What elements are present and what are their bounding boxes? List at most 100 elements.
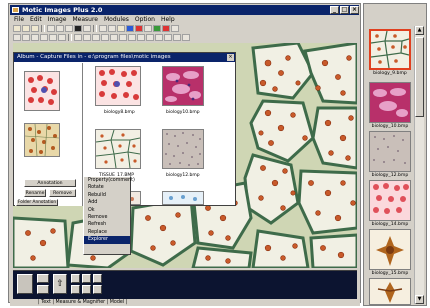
new-icon[interactable] [13, 25, 21, 32]
zoom-level-down[interactable] [37, 285, 49, 294]
up-arrow-icon[interactable]: ⇧ [53, 274, 67, 294]
tab-folder-annotation[interactable]: Folder Annotation [16, 199, 58, 206]
album-title: Album - Capture Files in - e:\program fi… [17, 54, 171, 60]
copy-icon[interactable] [56, 25, 64, 32]
menu-item-refresh[interactable]: Refresh [84, 221, 130, 228]
nav-icon[interactable] [71, 285, 80, 294]
record-icon[interactable] [135, 25, 143, 32]
text-icon[interactable] [58, 34, 66, 41]
settings-icon[interactable] [144, 25, 152, 32]
nav-icon[interactable] [82, 285, 91, 294]
paste-icon[interactable] [65, 25, 73, 32]
nav-icon[interactable] [93, 285, 102, 294]
thumbnail-caption: biology12.bmp [166, 173, 200, 178]
pointer-icon[interactable] [13, 34, 21, 41]
ellipse-icon[interactable] [40, 34, 48, 41]
sidebar-caption: biology_10.bmp [371, 124, 409, 129]
album-thumbnail[interactable] [162, 66, 204, 106]
zoom-out-icon[interactable] [108, 25, 116, 32]
menu-option[interactable]: Option [135, 16, 155, 23]
help-icon[interactable] [171, 25, 179, 32]
sidebar-thumbnail[interactable] [369, 131, 411, 172]
nav-icon[interactable] [93, 274, 102, 283]
stop-icon[interactable] [162, 25, 170, 32]
menu-item-property[interactable]: Property(comment) [84, 177, 135, 184]
menu-edit[interactable]: Edit [30, 16, 42, 23]
histogram-icon[interactable] [128, 34, 136, 41]
layers-icon[interactable] [155, 34, 163, 41]
album-thumbnail[interactable] [162, 191, 204, 205]
close-button[interactable]: × [350, 6, 359, 14]
measure-icon[interactable] [74, 34, 82, 41]
adjust-icon[interactable] [146, 34, 154, 41]
status-tabs[interactable]: | Text | Measure & Magnifier | Model | [38, 300, 127, 305]
sidebar-caption: biology_12.bmp [371, 173, 409, 178]
cut-icon[interactable] [47, 25, 55, 32]
annotation-button[interactable]: Annotation [24, 179, 76, 187]
minimize-button[interactable]: _ [330, 6, 339, 14]
status-bar: | Text | Measure & Magnifier | Model | [10, 299, 360, 306]
area-icon[interactable] [92, 34, 100, 41]
folder-thumbnail[interactable] [24, 123, 60, 157]
title-bar: Motic Images Plus 2.0 _ □ × [10, 5, 359, 15]
scroll-thumb[interactable] [415, 37, 424, 117]
scroll-down-icon[interactable]: ▼ [415, 295, 424, 304]
line-icon[interactable] [22, 34, 30, 41]
sidebar-thumbnail[interactable] [369, 82, 411, 123]
report-icon[interactable] [173, 34, 181, 41]
menu-item-explorer[interactable]: Explorer [84, 236, 130, 244]
sidebar-thumbnail[interactable] [369, 278, 411, 305]
album-thumbnail[interactable] [95, 129, 141, 169]
menu-item-ok[interactable]: Ok [84, 207, 130, 214]
export-icon[interactable] [164, 34, 172, 41]
album-thumbnail[interactable] [162, 129, 204, 169]
folder-thumbnail[interactable] [24, 71, 60, 111]
save-icon[interactable] [31, 25, 39, 32]
menu-item-rebuild[interactable]: Rebuild [84, 192, 130, 199]
menu-measure[interactable]: Measure [72, 16, 98, 23]
menu-help[interactable]: Help [161, 16, 175, 23]
toolbar-separator [41, 25, 45, 32]
remove-button[interactable]: Remove [49, 189, 76, 197]
sidebar-thumbnail[interactable] [369, 29, 411, 70]
open-icon[interactable] [22, 25, 30, 32]
album-close-button[interactable]: × [227, 54, 234, 61]
fit-icon[interactable] [117, 25, 125, 32]
menu-item-rotate[interactable]: Rotate [84, 184, 130, 191]
menu-item-add[interactable]: Add [84, 199, 130, 206]
menu-item-remove[interactable]: Remove [84, 214, 130, 221]
scroll-up-icon[interactable]: ▲ [415, 26, 424, 35]
sidebar-thumbnail[interactable] [369, 180, 411, 221]
rename-button[interactable]: Rename [24, 189, 46, 197]
macro-icon[interactable] [182, 34, 190, 41]
nav-icon[interactable] [71, 274, 80, 283]
grid-icon[interactable] [110, 34, 118, 41]
rect-icon[interactable] [31, 34, 39, 41]
bottom-control-panel: ⇧ [13, 270, 357, 299]
calibrate-icon[interactable] [119, 34, 127, 41]
thumbnail-caption: biology10.bmp [166, 110, 200, 115]
zoom-in-icon[interactable] [99, 25, 107, 32]
magnify-control[interactable] [17, 274, 33, 294]
polygon-icon[interactable] [49, 34, 57, 41]
print-icon[interactable] [83, 25, 91, 32]
menu-bar: File Edit Image Measure Modules Option H… [10, 15, 359, 24]
sidebar-thumbnail[interactable] [369, 229, 411, 270]
capture-icon[interactable] [126, 25, 134, 32]
menu-item-replace[interactable]: Replace [84, 229, 130, 236]
menu-file[interactable]: File [14, 16, 24, 23]
menu-modules[interactable]: Modules [104, 16, 129, 23]
sidebar-caption: biology_9.bmp [373, 71, 407, 76]
menu-image[interactable]: Image [48, 16, 67, 23]
camera-icon[interactable] [74, 25, 82, 32]
nav-icon[interactable] [82, 274, 91, 283]
filter-icon[interactable] [137, 34, 145, 41]
count-icon[interactable] [101, 34, 109, 41]
window-title: Motic Images Plus 2.0 [22, 6, 103, 14]
color-icon[interactable] [153, 25, 161, 32]
zoom-level-up[interactable] [37, 274, 49, 283]
maximize-button[interactable]: □ [340, 6, 349, 14]
angle-icon[interactable] [83, 34, 91, 41]
album-thumbnail[interactable] [95, 66, 141, 106]
sidebar-scrollbar[interactable]: ▲ ▼ [414, 26, 424, 304]
